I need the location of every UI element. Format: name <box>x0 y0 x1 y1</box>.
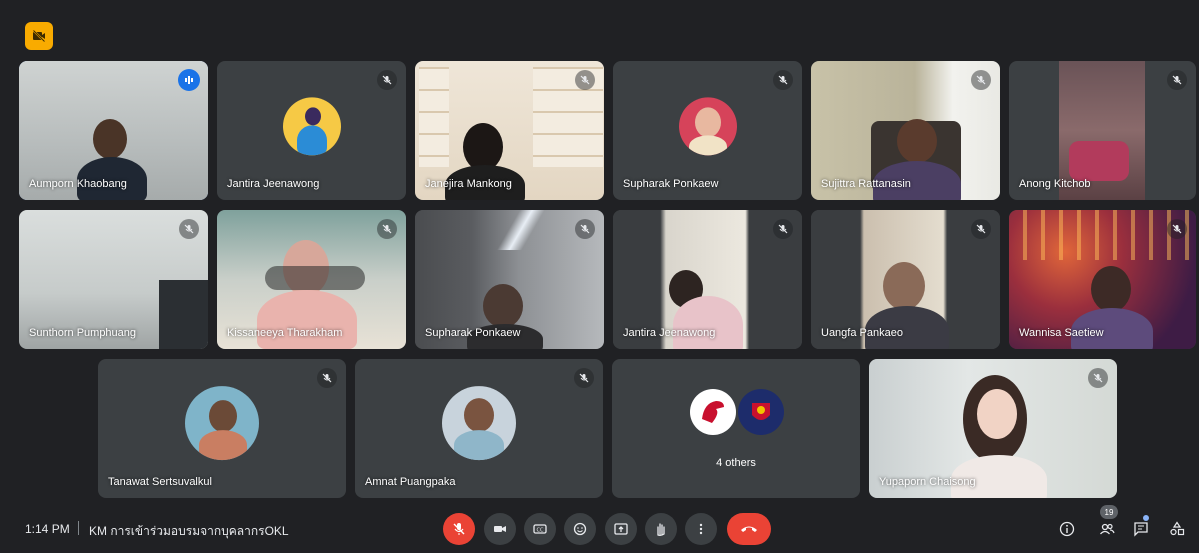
participant-name: Kissaneeya Tharakham <box>227 327 343 339</box>
participant-name: Jantira Jeenawong <box>227 178 320 190</box>
participant-tile[interactable]: Kissaneeya Tharakham <box>217 210 406 349</box>
participant-tile[interactable]: Wannisa Saetiew <box>1009 210 1196 349</box>
audio-level-icon <box>178 69 200 91</box>
mic-off-icon <box>453 523 465 535</box>
avatar <box>185 385 259 460</box>
camera-icon <box>494 526 506 532</box>
mic-off-icon <box>773 219 793 239</box>
emoji-icon <box>573 522 587 536</box>
participant-tile[interactable]: Uangfa Pankaeo <box>811 210 1000 349</box>
participant-name: Jantira Jeenawong <box>623 327 716 339</box>
participant-tile[interactable]: Jantira Jeenawong <box>217 61 406 200</box>
participant-name: Yupaporn Chaisong <box>879 476 976 488</box>
mic-off-icon <box>575 70 595 90</box>
others-tile[interactable]: 4 others <box>612 359 860 498</box>
participant-name: Uangfa Pankaeo <box>821 327 903 339</box>
end-call-icon <box>741 526 757 532</box>
participant-tile[interactable]: Jantira Jeenawong <box>613 210 802 349</box>
participant-tile[interactable]: Anong Kitchob <box>1009 61 1196 200</box>
more-options-icon <box>699 523 703 535</box>
present-icon <box>614 523 628 535</box>
clock: 1:14 PM <box>25 522 70 536</box>
others-count-label: 4 others <box>716 457 756 469</box>
raise-hand-button[interactable] <box>645 513 677 545</box>
avatar <box>690 389 736 435</box>
meeting-details-button[interactable] <box>1054 516 1080 542</box>
participant-name: Sunthorn Pumphuang <box>29 327 137 339</box>
avatar <box>442 385 516 460</box>
mic-off-icon <box>773 70 793 90</box>
captions-icon: CC <box>533 524 547 534</box>
avatar <box>738 389 784 435</box>
mic-off-icon <box>377 70 397 90</box>
participant-name: Janejira Mankong <box>425 178 512 190</box>
participant-tile[interactable]: Yupaporn Chaisong <box>869 359 1117 498</box>
activities-button[interactable] <box>1164 516 1190 542</box>
mic-off-icon <box>1088 368 1108 388</box>
divider <box>78 521 79 535</box>
people-icon <box>1100 523 1115 535</box>
mic-off-icon <box>971 70 991 90</box>
chat-icon <box>1134 522 1148 537</box>
meet-window: Aumporn Khaobang Jantira Jeenawong Janej… <box>6 4 1196 549</box>
participant-name: Anong Kitchob <box>1019 178 1091 190</box>
mic-off-icon <box>377 219 397 239</box>
avatar <box>282 96 341 155</box>
participant-tile[interactable]: Aumporn Khaobang <box>19 61 208 200</box>
mic-off-icon <box>574 368 594 388</box>
leave-call-button[interactable] <box>727 513 771 545</box>
participant-name: Wannisa Saetiew <box>1019 327 1104 339</box>
camera-toggle-button[interactable] <box>484 513 516 545</box>
raise-hand-icon <box>657 523 665 536</box>
info-icon <box>1059 521 1075 537</box>
mic-off-icon <box>1167 219 1187 239</box>
participant-tile[interactable]: Janejira Mankong <box>415 61 604 200</box>
present-button[interactable] <box>605 513 637 545</box>
mic-off-icon <box>575 219 595 239</box>
mic-off-icon <box>179 219 199 239</box>
participant-name: Supharak Ponkaew <box>623 178 719 190</box>
meeting-title: KM การเข้าร่วมอบรมจากบุคลากรOKL <box>89 524 289 538</box>
participant-name: Tanawat Sertsuvalkul <box>108 476 212 488</box>
mic-off-icon <box>317 368 337 388</box>
call-controls-bar: 1:14 PM KM การเข้าร่วมอบรมจากบุคลากรOKL … <box>0 505 1199 553</box>
captions-button[interactable]: CC <box>524 513 556 545</box>
mic-off-icon <box>971 219 991 239</box>
unread-indicator <box>1143 515 1149 521</box>
participant-name: Aumporn Khaobang <box>29 178 127 190</box>
participant-name: Supharak Ponkaew <box>425 327 521 339</box>
participant-tile[interactable]: Sunthorn Pumphuang <box>19 210 208 349</box>
more-options-button[interactable] <box>685 513 717 545</box>
participant-tile[interactable]: Amnat Puangpaka <box>355 359 603 498</box>
chat-button[interactable] <box>1128 516 1154 542</box>
participant-tile[interactable]: Supharak Ponkaew <box>613 61 802 200</box>
participant-name: Sujittra Rattanasin <box>821 178 911 190</box>
mic-off-icon <box>1167 70 1187 90</box>
avatar <box>678 96 737 155</box>
participant-tile[interactable]: Sujittra Rattanasin <box>811 61 1000 200</box>
camera-off-icon <box>25 22 53 50</box>
participant-tile[interactable]: Supharak Ponkaew <box>415 210 604 349</box>
reactions-button[interactable] <box>564 513 596 545</box>
svg-text:CC: CC <box>537 528 544 534</box>
mic-toggle-button[interactable] <box>443 513 475 545</box>
people-button[interactable] <box>1094 516 1120 542</box>
activities-icon <box>1170 521 1185 536</box>
participant-name: Amnat Puangpaka <box>365 476 456 488</box>
participant-tile[interactable]: Tanawat Sertsuvalkul <box>98 359 346 498</box>
